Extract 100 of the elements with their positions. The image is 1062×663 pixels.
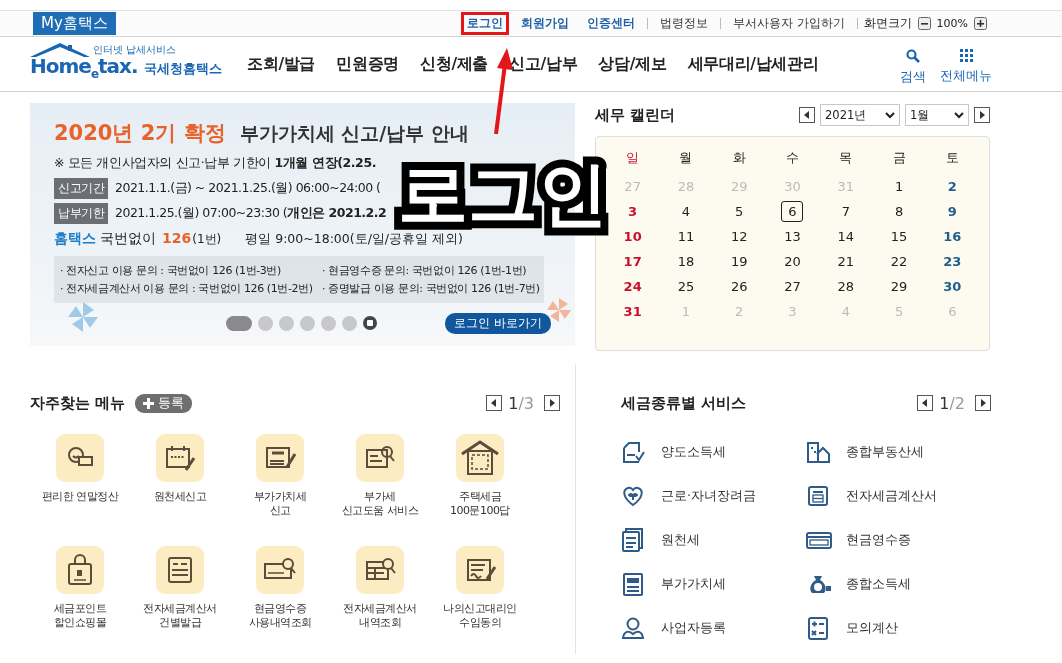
zoom-in-button[interactable] bbox=[974, 17, 987, 30]
calendar-day[interactable]: 18 bbox=[674, 251, 697, 272]
nav-item[interactable]: 신고/납부 bbox=[509, 53, 578, 75]
previous-page-button[interactable] bbox=[486, 395, 503, 411]
calendar-day[interactable]: 8 bbox=[888, 201, 911, 222]
tax-service-link[interactable]: 원천세 bbox=[621, 527, 806, 553]
menu-shortcut[interactable]: 부가가치세 신고 bbox=[230, 434, 330, 526]
person-icon bbox=[621, 615, 647, 641]
tax-service-link[interactable]: 전자세금계산서 bbox=[806, 483, 991, 509]
menu-shortcut[interactable]: 원천세신고 bbox=[130, 434, 230, 526]
tax-service-link[interactable]: 종합소득세 bbox=[806, 571, 991, 597]
calendar-day[interactable]: 6 bbox=[781, 201, 804, 222]
logo-name: 국세청홈택스 bbox=[143, 61, 222, 78]
calendar-day[interactable]: 3 bbox=[621, 201, 644, 222]
calendar-day[interactable]: 9 bbox=[941, 201, 964, 222]
chevron-down-icon bbox=[885, 111, 895, 119]
next-month-button[interactable] bbox=[974, 107, 990, 123]
nav-item[interactable]: 신청/제출 bbox=[420, 53, 489, 75]
weekday-label: 수 bbox=[786, 148, 799, 167]
tax-service-link[interactable]: 양도소득세 bbox=[621, 439, 806, 465]
stop-button[interactable] bbox=[363, 316, 377, 330]
tax-service-link[interactable]: 사업자등록 bbox=[621, 615, 806, 641]
weekday-label: 목 bbox=[839, 148, 853, 167]
page-total: /2 bbox=[949, 393, 965, 413]
phone-brand: 홈택스 bbox=[54, 230, 96, 248]
calendar-day[interactable]: 31 bbox=[621, 301, 644, 322]
building-icon bbox=[456, 434, 504, 482]
calendar-day[interactable]: 10 bbox=[621, 226, 644, 247]
menu-shortcut[interactable]: 전자세금계산서 건별발급 bbox=[130, 546, 230, 638]
calendar-day[interactable]: 22 bbox=[888, 251, 911, 272]
calendar-day[interactable]: 4 bbox=[674, 201, 697, 222]
all-menu-button[interactable]: 전체메뉴 bbox=[940, 42, 992, 86]
top-link[interactable]: 법령정보 bbox=[653, 12, 714, 35]
calendar-day[interactable]: 23 bbox=[941, 251, 964, 272]
tax-service-link[interactable]: 근로·자녀장려금 bbox=[621, 483, 806, 509]
nav-item[interactable]: 상담/제보 bbox=[598, 53, 667, 75]
menu-shortcut[interactable]: 편리한 연말정산 bbox=[30, 434, 130, 526]
pinwheel-icon bbox=[68, 302, 98, 332]
tax-service-link[interactable]: 부가가치세 bbox=[621, 571, 806, 597]
menu-shortcut[interactable]: 나의신고대리인 수임동의 bbox=[430, 546, 530, 638]
menu-shortcut[interactable]: 부가세 신고도움 서비스 bbox=[330, 434, 430, 526]
calendar-day[interactable]: 14 bbox=[834, 226, 857, 247]
inquiry-text: · 전자신고 이용 문의 : 국번없이 126 (1번-3번) bbox=[60, 263, 282, 278]
calendar-day[interactable]: 30 bbox=[941, 276, 964, 297]
calendar-day[interactable]: 27 bbox=[781, 276, 804, 297]
inquiry-text: · 현금영수증 문의: 국번없이 126 (1번-1번) bbox=[322, 263, 528, 278]
calendar-day[interactable]: 21 bbox=[834, 251, 857, 272]
calendar-day[interactable]: 1 bbox=[888, 176, 911, 197]
nav-item[interactable]: 세무대리/납세관리 bbox=[687, 53, 819, 75]
document-signature-icon bbox=[456, 546, 504, 594]
previous-month-button[interactable] bbox=[799, 107, 815, 123]
calendar-day[interactable]: 5 bbox=[728, 201, 751, 222]
year-select[interactable]: 2021년 bbox=[820, 104, 900, 126]
calendar-day[interactable]: 15 bbox=[888, 226, 911, 247]
nav-item[interactable]: 민원증명 bbox=[336, 53, 399, 75]
nav-item[interactable]: 조회/발급 bbox=[247, 53, 316, 75]
menu-shortcut[interactable]: 주택세금 100문100답 bbox=[430, 434, 530, 526]
month-select[interactable]: 1월 bbox=[905, 104, 969, 126]
top-link[interactable]: 로그인 bbox=[460, 12, 509, 35]
calendar-day[interactable]: 24 bbox=[621, 276, 644, 297]
inquiry-text: · 증명발급 이용 문의: 국번없이 126 (1번-7번) bbox=[322, 281, 540, 296]
calendar-day[interactable]: 25 bbox=[674, 276, 697, 297]
login-shortcut-button[interactable]: 로그인 바로가기 bbox=[445, 312, 551, 334]
next-page-button[interactable] bbox=[975, 395, 991, 411]
tax-service-link[interactable]: 모의계산 bbox=[806, 615, 991, 641]
top-link[interactable]: 회원가입 bbox=[514, 12, 575, 35]
my-hometax-tab[interactable]: My홈택스 bbox=[33, 12, 116, 35]
slide-indicator[interactable] bbox=[226, 315, 252, 331]
menu-shortcut[interactable]: 현금영수증 사용내역조회 bbox=[230, 546, 330, 638]
menu-shortcut[interactable]: 전자세금계산서 내역조회 bbox=[330, 546, 430, 638]
calendar-day[interactable]: 17 bbox=[621, 251, 644, 272]
calendar-day[interactable]: 19 bbox=[728, 251, 751, 272]
spreadsheet-magnifier-icon bbox=[356, 546, 404, 594]
zoom-out-button[interactable] bbox=[917, 17, 931, 30]
calendar-day[interactable]: 16 bbox=[941, 226, 964, 247]
calendar-day[interactable]: 12 bbox=[728, 226, 751, 247]
add-menu-button[interactable]: 등록 bbox=[135, 393, 193, 413]
zoom-label: 화면크기 bbox=[863, 16, 912, 31]
menu-shortcut[interactable]: 세금포인트 할인쇼핑몰 bbox=[30, 546, 130, 638]
search-button[interactable]: 검색 bbox=[900, 42, 926, 86]
calendar-day[interactable]: 29 bbox=[888, 276, 911, 297]
tax-service-link[interactable]: 종합부동산세 bbox=[806, 439, 991, 465]
calendar-day[interactable]: 2 bbox=[941, 176, 964, 197]
phone-extension: (1번) bbox=[192, 231, 222, 248]
section-title: 자주찾는 메뉴 bbox=[30, 393, 126, 413]
calendar-pencil-icon bbox=[156, 434, 204, 482]
logo-wordmark: Home$_{e}$tax. bbox=[30, 55, 138, 83]
top-link[interactable]: 부서사용자 가입하기 bbox=[726, 12, 851, 35]
top-link[interactable]: 인증센터 bbox=[580, 12, 641, 35]
document-pencil-icon bbox=[256, 434, 304, 482]
calendar-day[interactable]: 20 bbox=[781, 251, 804, 272]
next-page-button[interactable] bbox=[544, 395, 560, 411]
previous-page-button[interactable] bbox=[917, 395, 934, 411]
calendar-day[interactable]: 7 bbox=[834, 201, 857, 222]
calendar-day[interactable]: 11 bbox=[674, 226, 697, 247]
calendar-day[interactable]: 28 bbox=[834, 276, 857, 297]
calendar-day[interactable]: 13 bbox=[781, 226, 804, 247]
calendar-day[interactable]: 26 bbox=[728, 276, 751, 297]
tax-service-link[interactable]: 현금영수증 bbox=[806, 527, 991, 553]
period-text: 2021.1.25.(월) 07:00~23:30 (개인은 2021.2.2 bbox=[115, 205, 387, 222]
